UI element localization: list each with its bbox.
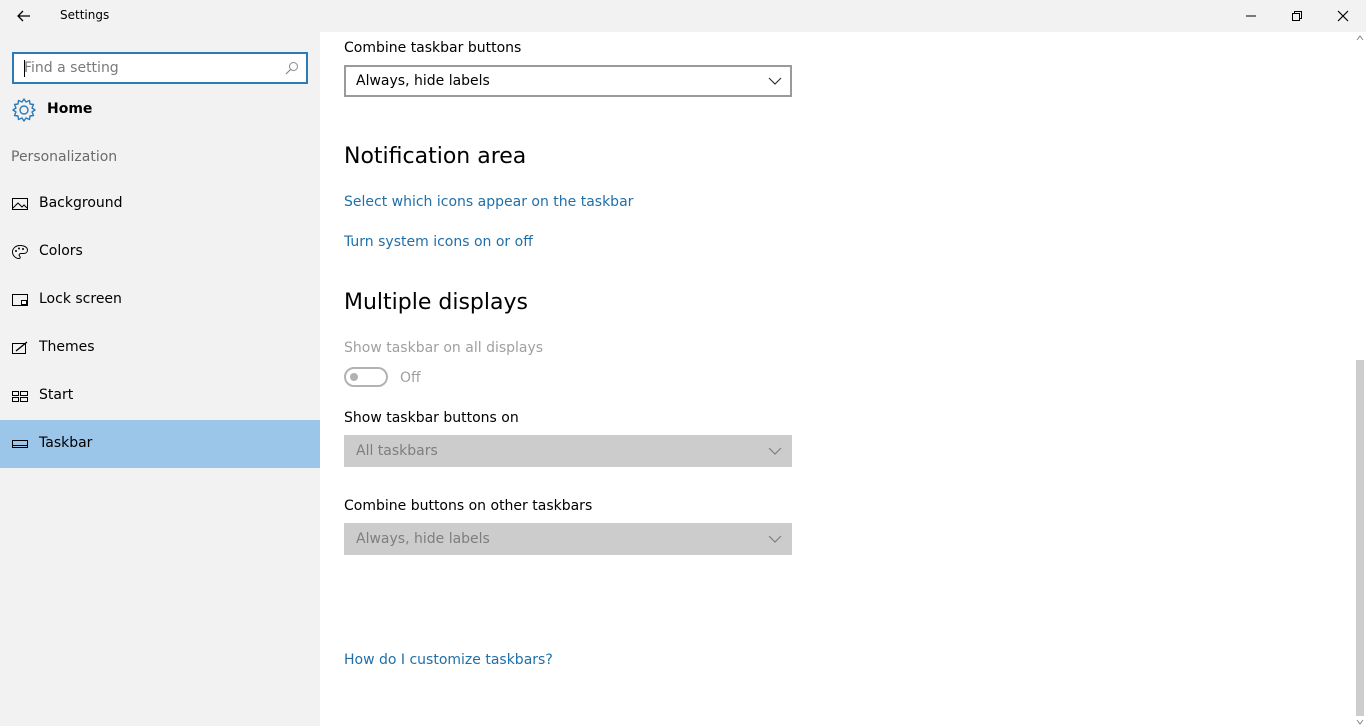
dropdown-value: All taskbars — [356, 443, 438, 459]
sidebar: Home Personalization Background Colors L… — [0, 32, 320, 726]
search-box[interactable] — [12, 52, 308, 84]
section-label: Personalization — [11, 149, 118, 165]
search-input[interactable] — [24, 59, 274, 77]
sidebar-item-label: Background — [39, 195, 123, 211]
combine-taskbar-label: Combine taskbar buttons — [344, 40, 522, 56]
sidebar-item-taskbar[interactable]: Taskbar — [0, 420, 320, 468]
sidebar-item-label: Lock screen — [39, 291, 122, 307]
sidebar-item-label: Themes — [39, 339, 95, 355]
chevron-down-icon — [768, 77, 782, 85]
combine-other-dropdown[interactable]: Always, hide labels — [344, 523, 792, 555]
system-icons-link[interactable]: Turn system icons on or off — [344, 234, 533, 250]
help-link[interactable]: How do I customize taskbars? — [344, 652, 553, 668]
picture-icon — [12, 198, 28, 210]
window-title: Settings — [60, 8, 110, 22]
sidebar-item-colors[interactable]: Colors — [0, 228, 320, 276]
search-icon[interactable] — [284, 60, 300, 76]
sidebar-item-themes[interactable]: Themes — [0, 324, 320, 372]
home-nav-item[interactable]: Home — [0, 90, 320, 130]
chevron-down-icon — [768, 535, 782, 543]
palette-icon — [11, 244, 29, 260]
notification-area-heading: Notification area — [344, 144, 527, 169]
minimize-button[interactable] — [1228, 0, 1274, 32]
scroll-down-icon[interactable] — [1356, 718, 1364, 726]
sidebar-item-label: Start — [39, 387, 74, 403]
title-bar: Settings — [0, 0, 1366, 32]
back-button[interactable] — [10, 4, 38, 28]
show-buttons-on-label: Show taskbar buttons on — [344, 410, 519, 426]
minimize-icon — [1246, 15, 1256, 17]
toggle-knob — [350, 373, 358, 381]
close-icon — [1337, 10, 1349, 22]
show-all-displays-label: Show taskbar on all displays — [344, 340, 544, 356]
scroll-up-icon[interactable] — [1356, 34, 1364, 42]
chevron-down-icon — [768, 447, 782, 455]
select-icons-link[interactable]: Select which icons appear on the taskbar — [344, 194, 633, 210]
main-content: Combine taskbar buttons Always, hide lab… — [320, 32, 1354, 726]
toggle-state-label: Off — [400, 370, 421, 386]
restore-icon — [1292, 11, 1302, 21]
combine-other-label: Combine buttons on other taskbars — [344, 498, 593, 514]
restore-button[interactable] — [1274, 0, 1320, 32]
sidebar-item-start[interactable]: Start — [0, 372, 320, 420]
combine-taskbar-dropdown[interactable]: Always, hide labels — [344, 65, 792, 97]
vertical-scrollbar[interactable] — [1354, 32, 1366, 726]
sidebar-item-lock-screen[interactable]: Lock screen — [0, 276, 320, 324]
start-icon — [12, 391, 28, 402]
scrollbar-thumb[interactable] — [1356, 360, 1364, 716]
multiple-displays-heading: Multiple displays — [344, 290, 528, 315]
lock-screen-icon — [12, 294, 28, 306]
themes-icon — [12, 341, 28, 354]
sidebar-item-background[interactable]: Background — [0, 180, 320, 228]
show-all-displays-toggle[interactable] — [344, 367, 388, 387]
back-arrow-icon — [17, 10, 30, 22]
sidebar-item-label: Taskbar — [39, 435, 93, 451]
text-caret — [24, 60, 25, 77]
dropdown-value: Always, hide labels — [356, 531, 490, 547]
close-button[interactable] — [1320, 0, 1366, 32]
taskbar-icon — [12, 440, 28, 448]
gear-icon — [12, 98, 36, 122]
sidebar-item-label: Colors — [39, 243, 83, 259]
dropdown-value: Always, hide labels — [356, 73, 490, 89]
home-label: Home — [47, 101, 93, 117]
show-buttons-on-dropdown[interactable]: All taskbars — [344, 435, 792, 467]
